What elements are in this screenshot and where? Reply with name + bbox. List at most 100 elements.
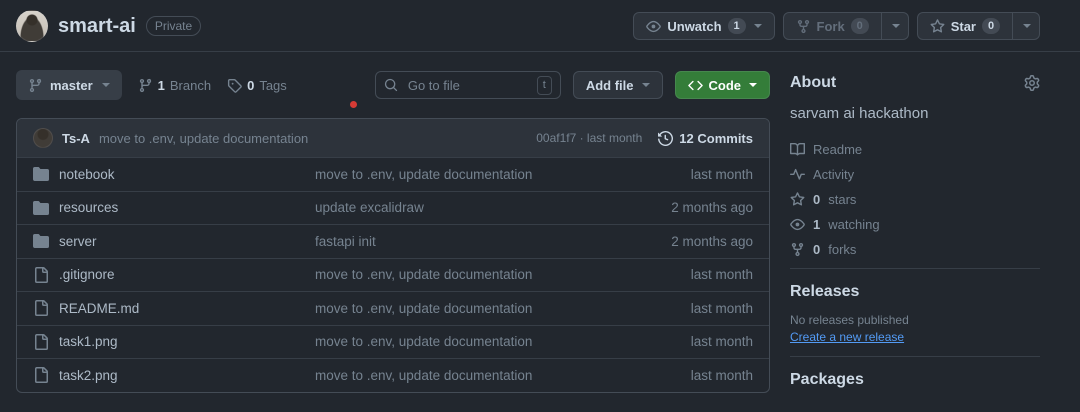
file-name-link[interactable]: task2.png [59,368,118,383]
table-row: resourcesupdate excalidraw2 months ago [17,191,769,225]
sidebar-item-label: forks [828,242,856,257]
table-row: server fastapi init2 months ago [17,224,769,258]
sidebar-item-watching[interactable]: 1watching [790,212,1040,237]
releases-empty-text: No releases published [790,313,1040,327]
fork-button-group: Fork 0 [783,12,909,40]
unwatch-button[interactable]: Unwatch 1 [633,12,774,40]
edit-repo-details-button[interactable] [1024,75,1040,91]
file-name-cell: server [17,233,315,249]
about-header-row: About [790,74,1040,92]
commit-author-link[interactable]: Ts-A [62,131,90,146]
sidebar-item-forks[interactable]: 0forks [790,237,1040,262]
releases-heading: Releases [790,283,1040,301]
eye-icon [790,217,805,232]
history-icon [658,131,673,146]
repo-description: sarvam ai hackathon [790,105,1040,122]
sidebar-item-stars[interactable]: 0stars [790,187,1040,212]
sidebar-item-label: watching [828,217,879,232]
folder-icon [33,166,49,182]
chevron-down-icon [1023,24,1031,28]
branches-link[interactable]: 1 Branch [138,78,211,93]
commit-time: 2 months ago [619,234,769,249]
file-name-link[interactable]: notebook [59,167,115,182]
star-button-group: Star 0 [917,12,1040,40]
file-name-cell: resources [17,200,315,216]
commit-time: last month [619,267,769,282]
latest-commit-message-link[interactable]: move to .env, update documentation [99,131,308,146]
sidebar-item-activity[interactable]: Activity [790,162,1040,187]
commit-sha-time-link[interactable]: 00af1f7 · last month [536,131,642,145]
main-content: master 1 Branch 0 Tags t [0,52,1080,393]
repo-owner-avatar[interactable] [16,10,48,42]
table-row: notebook move to .env, update documentati… [17,157,769,191]
star-icon [930,19,945,34]
chevron-down-icon [642,83,650,87]
table-row: task2.png move to .env, update documentat… [17,358,769,392]
eye-icon [646,19,661,34]
repo-header: smart-ai Private Unwatch 1 Fork 0 [0,0,1080,52]
code-button[interactable]: Code [675,71,771,99]
commit-message-link[interactable]: move to .env, update documentation [315,167,619,182]
commit-time: last month [619,301,769,316]
branch-count: 1 [158,78,165,93]
sidebar: About sarvam ai hackathon Readme Activity… [790,70,1040,393]
click-indicator-artifact [350,101,357,108]
file-browser: Ts-A move to .env, update documentation … [16,118,770,393]
table-row: README.md move to .env, update documentat… [17,291,769,325]
code-column: master 1 Branch 0 Tags t [16,70,770,393]
fork-dropdown-button[interactable] [882,12,909,40]
tag-count: 0 [247,78,254,93]
about-heading: About [790,74,836,92]
commit-message-link[interactable]: fastapi init [315,234,619,249]
sidebar-divider [790,268,1040,269]
watchers-count-badge: 1 [728,18,746,34]
file-name-link[interactable]: .gitignore [59,267,115,282]
file-name-cell: notebook [17,166,315,182]
sidebar-divider [790,356,1040,357]
chevron-down-icon [102,83,110,87]
chevron-down-icon [892,24,900,28]
file-icon [33,300,49,316]
commit-author-avatar[interactable] [33,128,53,148]
fork-button[interactable]: Fork 0 [783,12,882,40]
commit-message-link[interactable]: move to .env, update documentation [315,301,619,316]
repo-page: smart-ai Private Unwatch 1 Fork 0 [0,0,1080,393]
go-to-file-input[interactable] [406,77,529,94]
star-dropdown-button[interactable] [1013,12,1040,40]
repo-action-buttons: Unwatch 1 Fork 0 Star 0 [633,12,1040,40]
repo-title-link[interactable]: smart-ai [58,15,136,38]
commit-history-link[interactable]: 12 Commits [658,131,753,146]
unwatch-label: Unwatch [667,19,721,34]
latest-commit-bar: Ts-A move to .env, update documentation … [17,119,769,157]
file-name-cell: task2.png [17,367,315,383]
commit-message-link[interactable]: move to .env, update documentation [315,334,619,349]
file-name-cell: task1.png [17,334,315,350]
star-label: Star [951,19,976,34]
commit-message-link[interactable]: move to .env, update documentation [315,267,619,282]
file-name-link[interactable]: README.md [59,301,139,316]
code-icon [688,78,703,93]
star-icon [790,192,805,207]
go-to-file-search[interactable]: t [375,71,561,99]
keyboard-shortcut-badge: t [537,76,552,95]
tag-icon [227,78,242,93]
table-row: task1.png move to .env, update documentat… [17,325,769,359]
create-release-link[interactable]: Create a new release [790,330,904,344]
star-button[interactable]: Star 0 [917,12,1013,40]
commit-time: last month [619,167,769,182]
file-name-link[interactable]: task1.png [59,334,118,349]
sidebar-item-readme[interactable]: Readme [790,137,1040,162]
chevron-down-icon [749,83,757,87]
branch-selector-button[interactable]: master [16,70,122,100]
commit-message-link[interactable]: update excalidraw [315,200,619,215]
tags-link[interactable]: 0 Tags [227,78,287,93]
search-icon [384,78,398,92]
commit-message-link[interactable]: move to .env, update documentation [315,368,619,383]
fork-icon [790,242,805,257]
add-file-button[interactable]: Add file [573,71,663,99]
git-branch-icon [28,78,43,93]
file-name-link[interactable]: resources [59,200,118,215]
file-name-link[interactable]: server [59,234,97,249]
sidebar-item-label: Activity [813,167,854,182]
commit-time: last month [619,368,769,383]
